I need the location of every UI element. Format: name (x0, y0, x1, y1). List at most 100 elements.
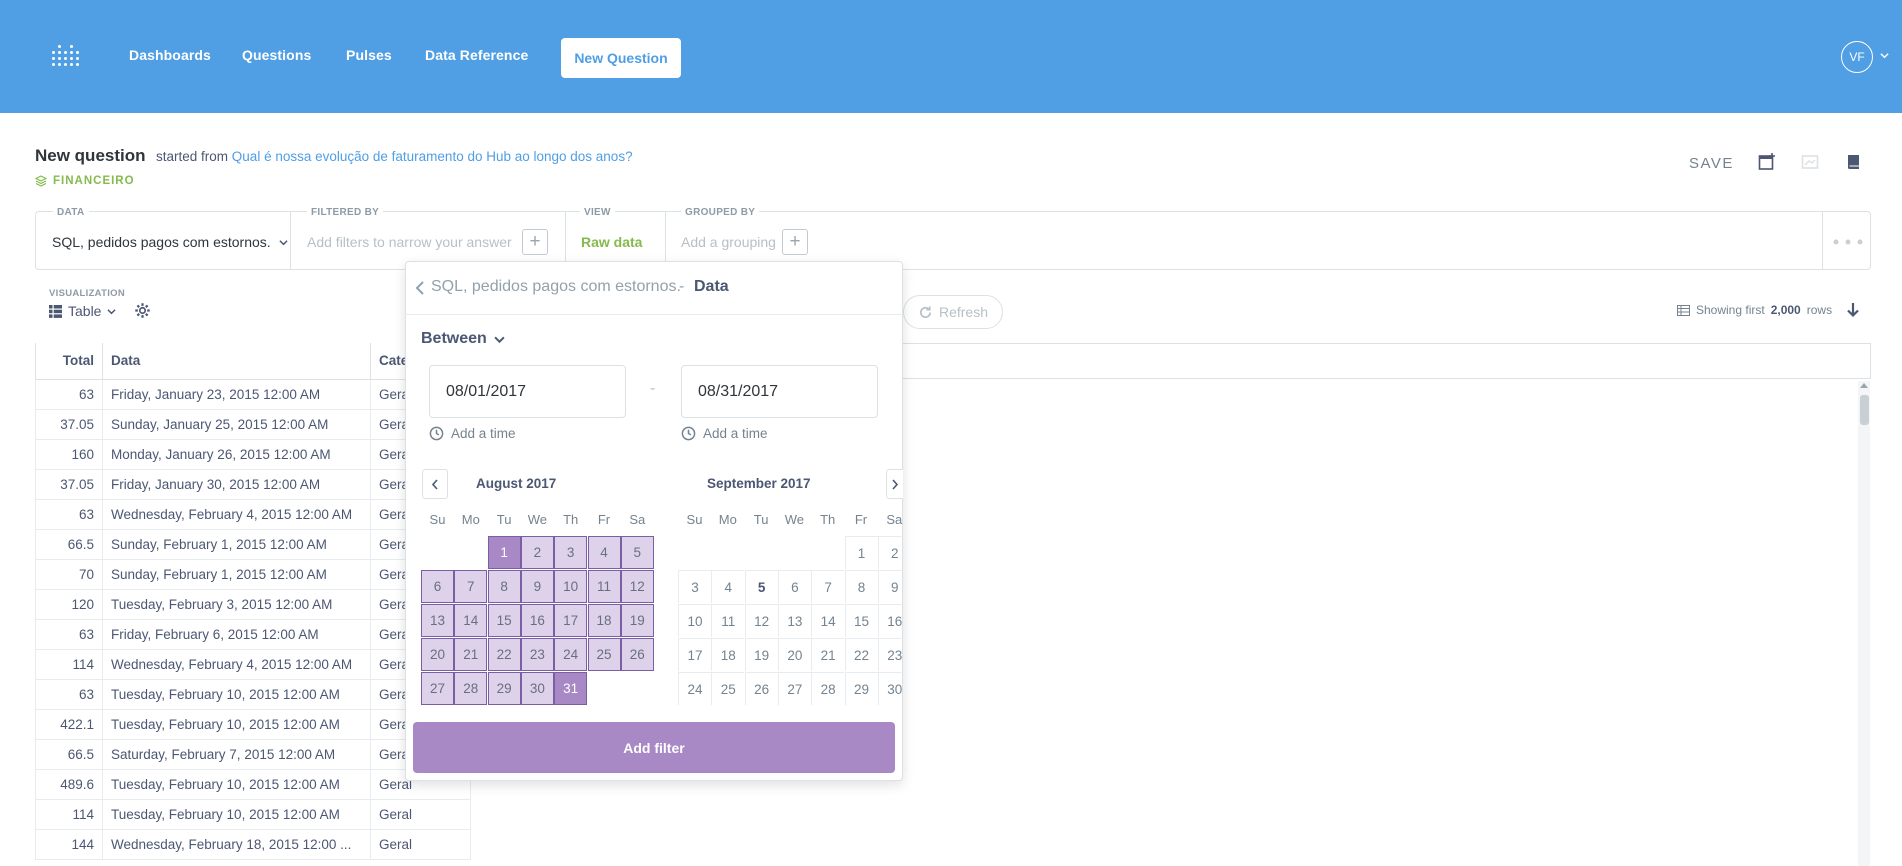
end-add-time[interactable]: Add a time (681, 426, 768, 441)
cell-total[interactable]: 63 (35, 498, 103, 530)
embed-icon[interactable] (1801, 153, 1819, 171)
calendar-day[interactable]: 5 (620, 536, 654, 569)
calendar-day[interactable]: 6 (421, 570, 454, 603)
source-question-link[interactable]: Qual é nossa evolução de faturamento do … (232, 149, 633, 164)
calendar-day[interactable]: 22 (487, 638, 521, 671)
calendar-day[interactable]: 24 (554, 638, 588, 671)
cell-total[interactable]: 114 (35, 648, 103, 680)
cell-data[interactable]: Saturday, February 7, 2015 12:00 AM (102, 738, 371, 770)
calendar-day[interactable]: 4 (587, 536, 621, 569)
calendar-day[interactable]: 8 (487, 570, 521, 603)
calendar-day[interactable]: 17 (678, 638, 711, 671)
calendar-day[interactable]: 13 (421, 604, 454, 637)
calendar-day[interactable]: 2 (877, 536, 903, 569)
nav-questions[interactable]: Questions (242, 47, 311, 63)
grouping-placeholder[interactable]: Add a grouping (681, 234, 776, 250)
calendar-day[interactable]: 8 (844, 570, 878, 603)
cell-total[interactable]: 63 (35, 678, 103, 710)
calendar-day[interactable]: 11 (711, 604, 745, 637)
gear-icon[interactable] (134, 302, 151, 319)
cell-data[interactable]: Wednesday, February 4, 2015 12:00 AM (102, 648, 371, 680)
cell-total[interactable]: 37.05 (35, 468, 103, 500)
cell-data[interactable]: Sunday, January 25, 2015 12:00 AM (102, 408, 371, 440)
cell-total[interactable]: 70 (35, 558, 103, 590)
view-raw-data[interactable]: Raw data (581, 234, 642, 250)
reference-book-icon[interactable] (1845, 153, 1863, 171)
add-filter-plus-button[interactable]: + (522, 229, 548, 255)
cell-total[interactable]: 37.05 (35, 408, 103, 440)
calendar-day[interactable]: 15 (844, 604, 878, 637)
calendar-day[interactable]: 9 (520, 570, 554, 603)
cell-total[interactable]: 144 (35, 828, 103, 860)
cell-total[interactable]: 120 (35, 588, 103, 620)
calendar-day[interactable]: 10 (554, 570, 588, 603)
calendar-day[interactable]: 2 (520, 536, 554, 569)
add-filter-button[interactable]: Add filter (413, 722, 895, 773)
calendar-day[interactable]: 3 (678, 570, 711, 603)
calendar-day[interactable]: 24 (678, 672, 711, 705)
nav-data-reference[interactable]: Data Reference (425, 47, 528, 63)
calendar-day[interactable]: 23 (520, 638, 554, 671)
cell-categoria[interactable]: Geral (370, 798, 471, 830)
cell-total[interactable]: 66.5 (35, 528, 103, 560)
nav-pulses[interactable]: Pulses (346, 47, 392, 63)
start-add-time[interactable]: Add a time (429, 426, 516, 441)
cell-total[interactable]: 66.5 (35, 738, 103, 770)
calendar-day[interactable]: 9 (877, 570, 903, 603)
calendar-day[interactable]: 12 (744, 604, 778, 637)
calendar-day[interactable]: 18 (587, 604, 621, 637)
calendar-day[interactable]: 19 (744, 638, 778, 671)
calendar-day[interactable]: 27 (421, 672, 454, 705)
calendar-day[interactable]: 16 (520, 604, 554, 637)
calendar-prev-button[interactable] (422, 469, 448, 499)
popover-source-table[interactable]: SQL, pedidos pagos com estornos. (431, 278, 681, 296)
cell-data[interactable]: Tuesday, February 3, 2015 12:00 AM (102, 588, 371, 620)
chevron-down-icon[interactable] (1880, 51, 1889, 60)
download-icon[interactable] (1846, 302, 1860, 320)
cell-total[interactable]: 114 (35, 798, 103, 830)
calendar-day[interactable]: 26 (744, 672, 778, 705)
cell-total[interactable]: 160 (35, 438, 103, 470)
cell-total[interactable]: 489.6 (35, 768, 103, 800)
visualization-selector[interactable]: Table (49, 303, 117, 319)
cell-data[interactable]: Friday, February 6, 2015 12:00 AM (102, 618, 371, 650)
calendar-day[interactable]: 11 (587, 570, 621, 603)
calendar-day[interactable]: 21 (811, 638, 845, 671)
refresh-button[interactable]: Refresh (903, 295, 1003, 329)
calendar-day[interactable]: 29 (487, 672, 521, 705)
cell-total[interactable]: 63 (35, 618, 103, 650)
calendar-day[interactable]: 7 (811, 570, 845, 603)
cell-data[interactable]: Friday, January 23, 2015 12:00 AM (102, 378, 371, 410)
calendar-day[interactable]: 16 (877, 604, 903, 637)
calendar-day[interactable]: 25 (587, 638, 621, 671)
calendar-day[interactable]: 25 (711, 672, 745, 705)
calendar-day[interactable]: 3 (554, 536, 588, 569)
calendar-day[interactable]: 28 (454, 672, 488, 705)
data-source-selector[interactable]: SQL, pedidos pagos com estornos. (52, 234, 288, 250)
calendar-day[interactable]: 6 (777, 570, 811, 603)
calendar-day[interactable]: 15 (487, 604, 521, 637)
calendar-day[interactable]: 20 (421, 638, 454, 671)
calendar-day[interactable]: 21 (454, 638, 488, 671)
calendar-day[interactable]: 7 (454, 570, 488, 603)
calendar-day[interactable]: 31 (554, 672, 588, 705)
scroll-up-arrow-icon[interactable] (1860, 383, 1868, 388)
calendar-day[interactable]: 10 (678, 604, 711, 637)
calendar-day[interactable]: 29 (844, 672, 878, 705)
cell-data[interactable]: Sunday, February 1, 2015 12:00 AM (102, 558, 371, 590)
calendar-day[interactable]: 14 (811, 604, 845, 637)
calendar-day[interactable]: 27 (777, 672, 811, 705)
cell-data[interactable]: Tuesday, February 10, 2015 12:00 AM (102, 708, 371, 740)
calendar-day[interactable]: 28 (811, 672, 845, 705)
new-question-button[interactable]: New Question (561, 38, 681, 78)
cell-data[interactable]: Monday, January 26, 2015 12:00 AM (102, 438, 371, 470)
back-arrow-icon[interactable] (415, 281, 425, 295)
user-avatar[interactable]: VF (1841, 41, 1873, 73)
cell-data[interactable]: Tuesday, February 10, 2015 12:00 AM (102, 798, 371, 830)
calendar-day[interactable]: 13 (777, 604, 811, 637)
cell-data[interactable]: Wednesday, February 4, 2015 12:00 AM (102, 498, 371, 530)
nav-dashboards[interactable]: Dashboards (129, 47, 211, 63)
cell-total[interactable]: 63 (35, 378, 103, 410)
cell-data[interactable]: Wednesday, February 18, 2015 12:00 ... (102, 828, 371, 860)
save-button[interactable]: SAVE (1689, 155, 1734, 172)
